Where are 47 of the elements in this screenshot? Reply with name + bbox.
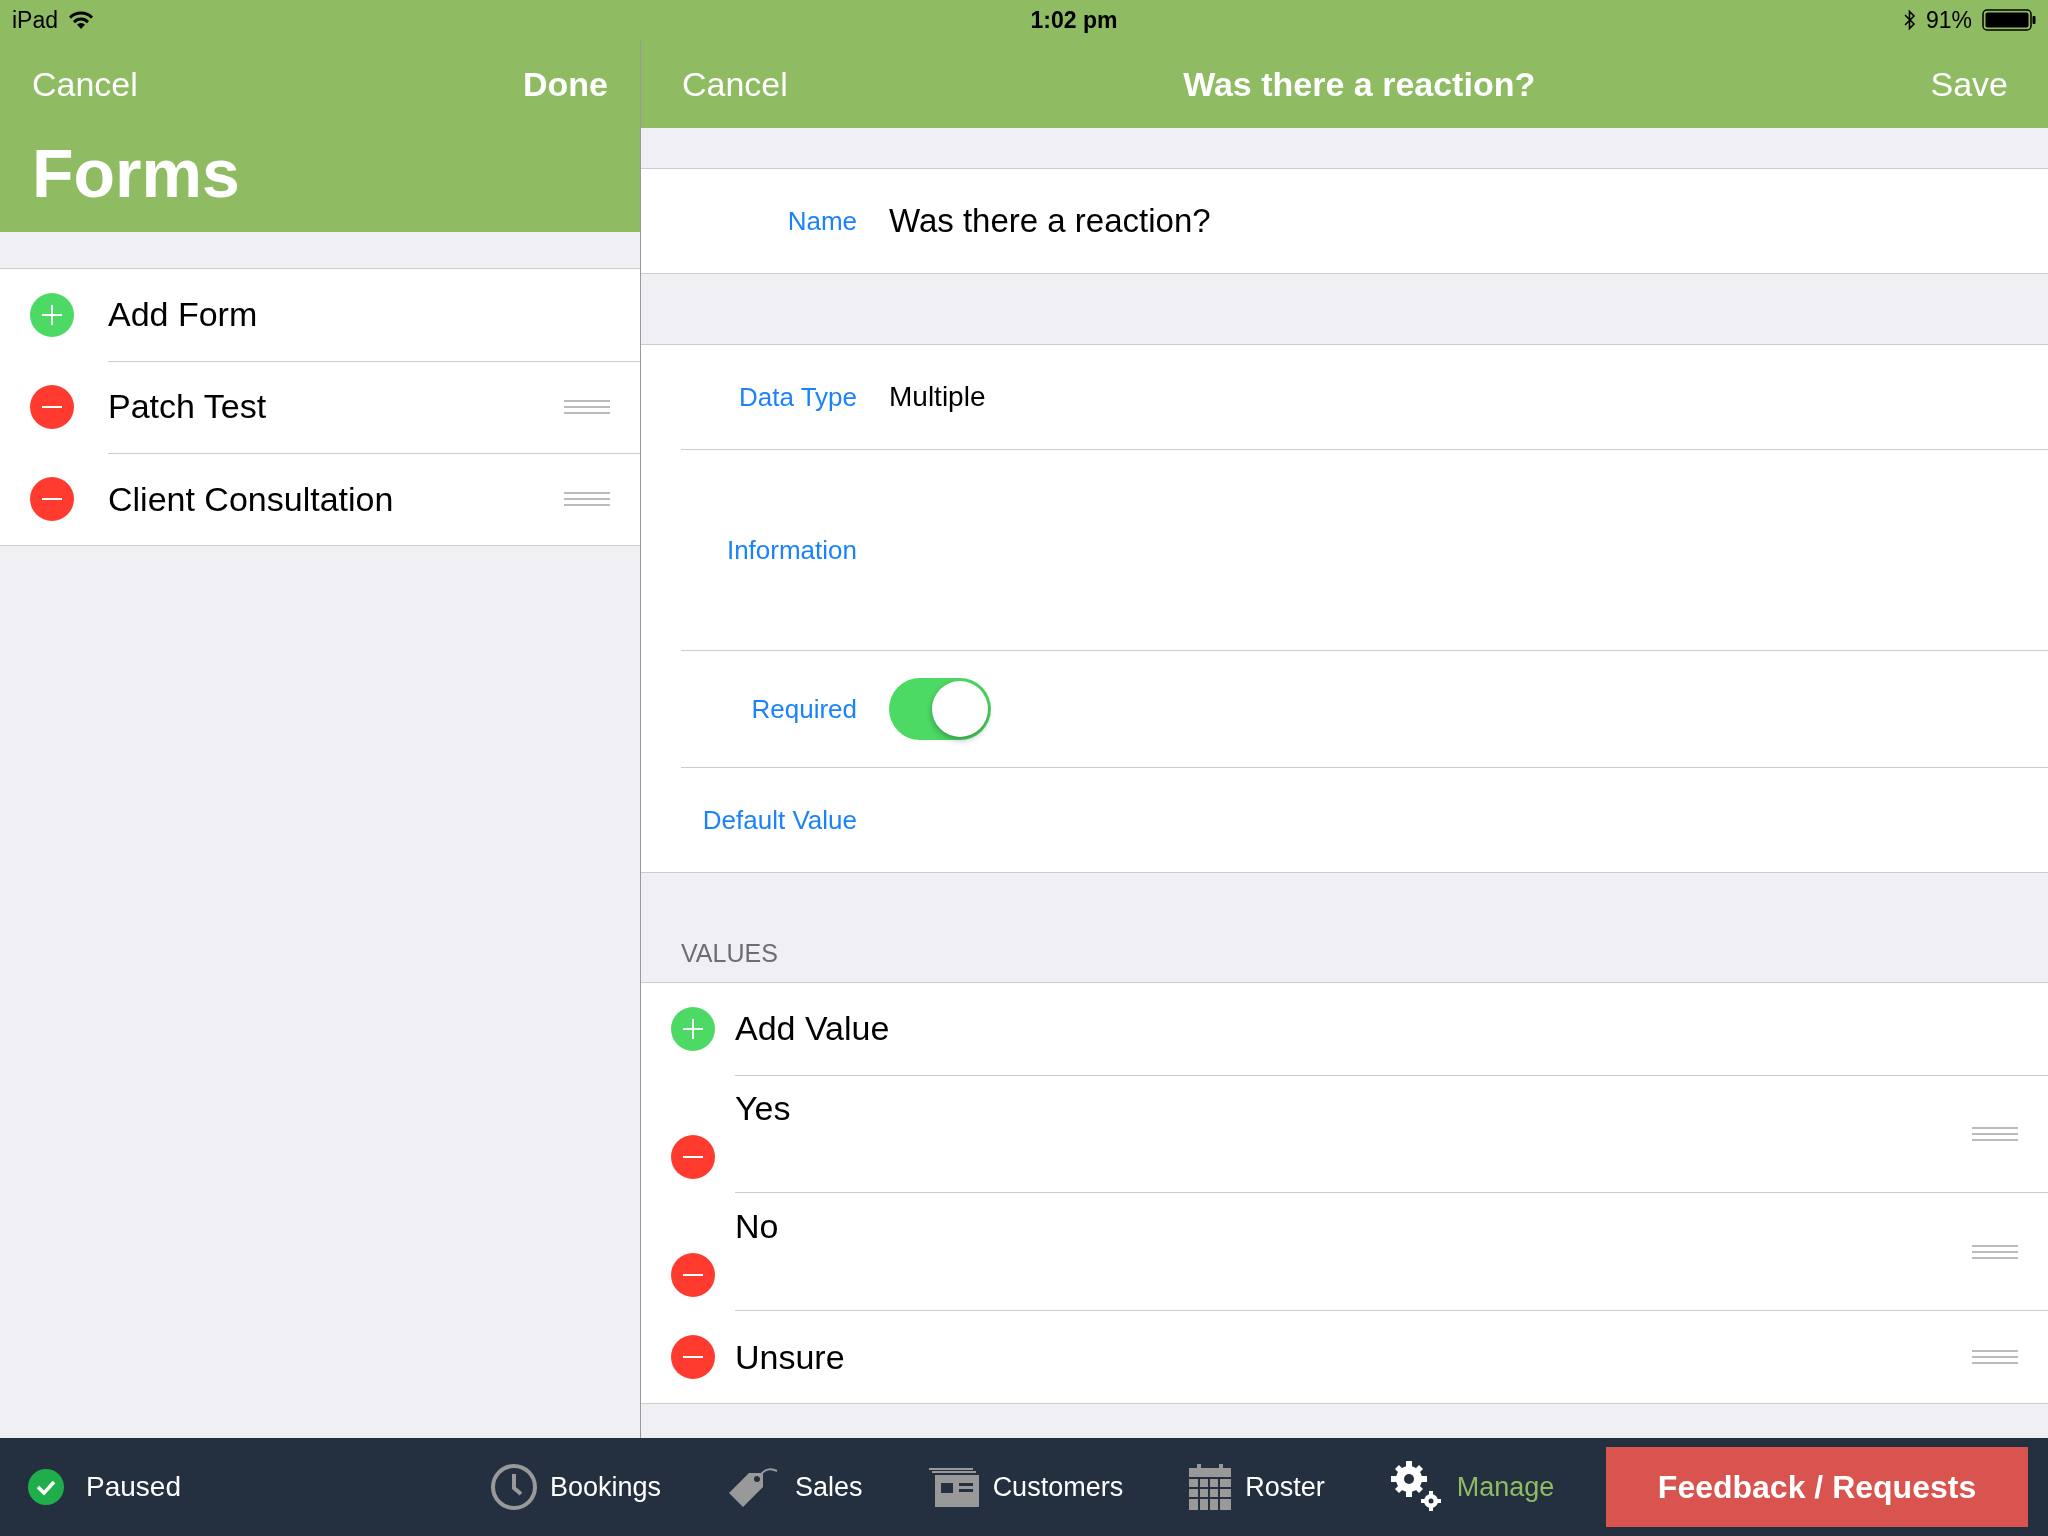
tab-bar-item[interactable]: Manage — [1388, 1459, 1555, 1515]
delete-icon[interactable] — [671, 1335, 715, 1379]
battery-icon — [1982, 9, 2036, 31]
delete-icon[interactable] — [30, 477, 74, 521]
page-title: Forms — [32, 134, 241, 213]
screen-title: Was there a reaction? — [1183, 64, 1536, 104]
value-name[interactable]: Yes — [735, 1089, 791, 1128]
tab-bar-item[interactable]: Customers — [926, 1465, 1124, 1509]
field-label: Default Value — [701, 804, 857, 836]
drag-handle-icon[interactable] — [564, 398, 610, 415]
value-name[interactable]: Add Value — [735, 1009, 890, 1048]
tab-bar-item[interactable]: Roster — [1187, 1462, 1325, 1512]
drag-handle-icon[interactable] — [1972, 1349, 2018, 1365]
drag-handle-icon[interactable] — [1972, 1125, 2018, 1142]
field-value[interactable]: Multiple — [889, 381, 986, 413]
field-label: Name — [786, 205, 857, 237]
calendar-icon — [1187, 1462, 1234, 1512]
feedback-button[interactable]: Feedback / Requests — [1606, 1447, 2028, 1527]
name-field[interactable]: Was there a reaction? — [889, 202, 1211, 240]
wifi-icon — [68, 10, 95, 30]
section-header: VALUES — [680, 938, 779, 969]
field-label: Data Type — [737, 381, 857, 413]
value-name[interactable]: No — [735, 1207, 779, 1246]
device-name: iPad — [12, 6, 59, 34]
delete-icon[interactable] — [671, 1135, 715, 1179]
form-name[interactable]: Add Form — [108, 295, 258, 334]
battery-percent: 91% — [1925, 6, 1972, 34]
clock-time: 1:02 pm — [1030, 6, 1118, 34]
drag-handle-icon[interactable] — [1972, 1243, 2018, 1260]
form-name[interactable]: Client Consultation — [108, 479, 394, 519]
tab-bar-item[interactable]: Bookings — [490, 1463, 662, 1511]
delete-icon[interactable] — [671, 1253, 715, 1297]
tab-bar-item[interactable]: Sales — [725, 1463, 863, 1511]
add-icon[interactable] — [30, 293, 74, 337]
drag-handle-icon[interactable] — [564, 491, 610, 507]
sync-status: Paused — [86, 1471, 181, 1503]
storefront-icon — [926, 1465, 981, 1509]
add-icon[interactable] — [671, 1007, 715, 1051]
value-name[interactable]: Unsure — [735, 1337, 845, 1377]
clock-icon — [490, 1463, 538, 1511]
field-label: Required — [750, 693, 857, 725]
form-name[interactable]: Patch Test — [108, 387, 267, 426]
delete-icon[interactable] — [30, 385, 74, 429]
check-icon — [28, 1469, 64, 1505]
field-label: Information — [725, 534, 857, 566]
required-toggle[interactable] — [889, 678, 991, 740]
bluetooth-icon — [1903, 9, 1916, 31]
